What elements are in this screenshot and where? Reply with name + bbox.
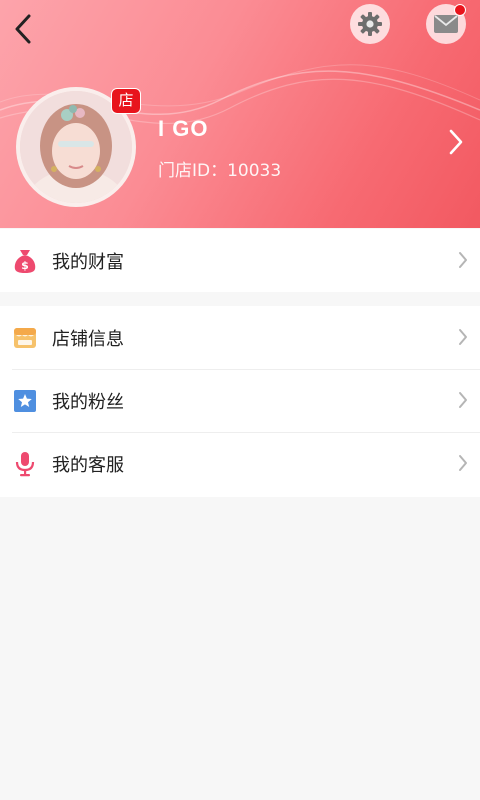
menu-item-label: 店铺信息 [52,328,124,350]
menu-group-wealth: $ 我的财富 [0,229,480,292]
gear-icon [358,12,382,36]
chevron-right-icon [459,329,467,345]
menu-item-label: 我的财富 [52,251,124,273]
store-icon [12,325,38,351]
svg-text:$: $ [21,259,29,272]
chevron-left-icon [15,14,31,44]
chevron-right-icon [459,392,467,408]
menu-item-label: 我的客服 [52,454,124,476]
menu-item-fans[interactable]: 我的粉丝 [0,369,480,432]
profile-header: 店 I GO 门店ID：10033 [0,0,480,228]
back-button[interactable] [6,10,40,48]
menu-group-store: 店铺信息 我的粉丝 我的客服 [0,306,480,497]
username: I GO [158,116,209,141]
store-id-value: 10033 [227,161,282,181]
chevron-right-icon[interactable] [448,128,464,156]
settings-button[interactable] [350,4,390,44]
microphone-icon [12,451,38,477]
chevron-right-icon [459,252,467,268]
star-icon [12,388,38,414]
menu-item-label: 我的粉丝 [52,391,124,413]
chevron-right-icon [459,455,467,471]
shop-badge: 店 [111,88,141,114]
menu-item-customer-service[interactable]: 我的客服 [0,432,480,495]
store-id: 门店ID：10033 [158,156,281,181]
menu-item-wealth[interactable]: $ 我的财富 [0,229,480,292]
store-id-label: 门店ID： [158,161,228,181]
mail-icon [434,15,458,33]
menu-item-store-info[interactable]: 店铺信息 [0,306,480,369]
money-bag-icon: $ [12,248,38,274]
notification-dot [454,4,466,16]
